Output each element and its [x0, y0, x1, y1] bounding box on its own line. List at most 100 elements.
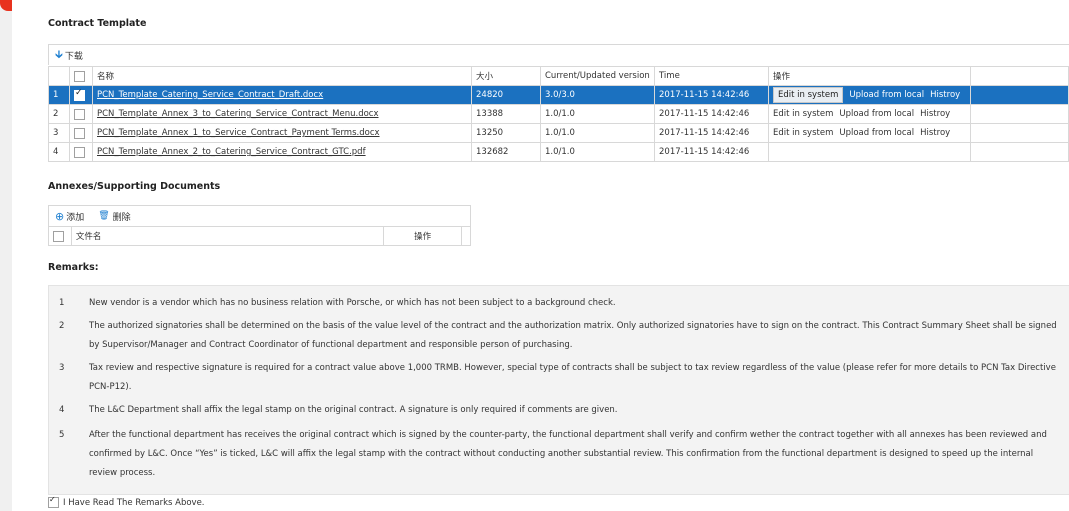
remark-text: After the functional department has rece… — [89, 430, 1047, 478]
col-version: Current/Updated version — [540, 66, 655, 86]
download-arrow-icon: 🡳 — [55, 47, 63, 61]
remark-number: 5 — [59, 430, 65, 440]
row-select-cell — [69, 85, 93, 105]
download-button[interactable]: 🡳 下载 — [55, 46, 83, 65]
row-select-cell — [69, 142, 93, 162]
upload-from-local-link[interactable]: Upload from local — [839, 128, 914, 138]
remark-item: 2 The authorized signatories shall be de… — [49, 317, 1059, 355]
table-row[interactable]: 2 PCN_Template_Annex_3_to_Catering_Servic… — [48, 104, 1069, 124]
file-name-link[interactable]: PCN_Template_Annex_3_to_Catering_Service… — [97, 109, 379, 119]
history-link[interactable]: Histroy — [920, 128, 950, 138]
file-ops: Edit in system Upload from local Histroy — [768, 85, 972, 105]
remark-number: 3 — [59, 363, 65, 373]
file-name-link[interactable]: PCN_Template_Catering_Service_Contract_D… — [97, 90, 323, 100]
row-number: 2 — [48, 104, 70, 124]
add-annex-button[interactable]: ⊕ 添加 — [55, 210, 84, 223]
file-time: 2017-11-15 14:42:46 — [654, 123, 769, 143]
remark-item: 5 After the functional department has re… — [49, 426, 1059, 483]
edit-in-system-link[interactable]: Edit in system — [773, 109, 833, 119]
col-num — [48, 66, 70, 86]
acknowledge-label: I Have Read The Remarks Above. — [63, 497, 205, 508]
file-version: 1.0/1.0 — [540, 123, 655, 143]
file-ops — [768, 142, 972, 162]
history-link[interactable]: Histroy — [930, 90, 960, 100]
file-time: 2017-11-15 14:42:46 — [654, 142, 769, 162]
remark-item: 1 New vendor is a vendor which has no bu… — [49, 294, 1059, 313]
acknowledge-row: I Have Read The Remarks Above. — [48, 495, 205, 508]
delete-label: 删除 — [112, 212, 131, 223]
file-name-cell: PCN_Template_Catering_Service_Contract_D… — [92, 85, 472, 105]
remarks-title: Remarks: — [48, 262, 99, 273]
add-label: 添加 — [66, 212, 85, 223]
file-version: 1.0/1.0 — [540, 142, 655, 162]
file-version: 1.0/1.0 — [540, 104, 655, 124]
remarks-panel: 1 New vendor is a vendor which has no bu… — [48, 285, 1069, 495]
row-select-cell — [69, 123, 93, 143]
file-size: 13250 — [471, 123, 541, 143]
file-name-link[interactable]: PCN_Template_Annex_2_to_Catering_Service… — [97, 147, 366, 157]
acknowledge-checkbox[interactable] — [48, 495, 59, 508]
file-name-cell: PCN_Template_Annex_3_to_Catering_Service… — [92, 104, 472, 124]
row-filler — [970, 123, 1069, 143]
file-time: 2017-11-15 14:42:46 — [654, 104, 769, 124]
col-name: 名称 — [92, 66, 472, 86]
col-ops: 操作 — [768, 66, 972, 86]
file-ops: Edit in system Upload from local Histroy — [768, 104, 972, 124]
file-name-cell: PCN_Template_Annex_1_to_Service_Contract… — [92, 123, 472, 143]
annexes-table: 文件名 操作 — [48, 226, 471, 246]
trash-icon: 🗑 — [98, 211, 110, 221]
contract-template-title: Contract Template — [48, 18, 147, 29]
row-checkbox[interactable] — [74, 146, 85, 158]
table-row[interactable]: 4 PCN_Template_Annex_2_to_Catering_Servic… — [48, 142, 1069, 162]
annex-select-all-checkbox[interactable] — [53, 230, 64, 242]
col-time: Time — [654, 66, 769, 86]
edit-in-system-link[interactable]: Edit in system — [773, 87, 844, 103]
annex-col-filler — [461, 226, 471, 246]
plus-circle-icon: ⊕ — [55, 209, 65, 223]
file-ops: Edit in system Upload from local Histroy — [768, 123, 972, 143]
remark-item: 3 Tax review and respective signature is… — [49, 359, 1059, 397]
annex-col-ops: 操作 — [383, 226, 462, 246]
file-version: 3.0/3.0 — [540, 85, 655, 105]
remark-number: 1 — [59, 298, 65, 308]
file-size: 132682 — [471, 142, 541, 162]
upload-from-local-link[interactable]: Upload from local — [839, 109, 914, 119]
row-checkbox[interactable] — [74, 88, 85, 101]
history-link[interactable]: Histroy — [920, 109, 950, 119]
select-all-checkbox[interactable] — [74, 70, 85, 82]
file-name-link[interactable]: PCN_Template_Annex_1_to_Service_Contract… — [97, 128, 380, 138]
annexes-title: Annexes/Supporting Documents — [48, 181, 221, 192]
row-filler — [970, 104, 1069, 124]
remark-text: The L&C Department shall affix the legal… — [89, 405, 618, 415]
file-time: 2017-11-15 14:42:46 — [654, 85, 769, 105]
remark-number: 4 — [59, 405, 65, 415]
annex-select-all-cell — [48, 226, 72, 246]
annex-col-filename: 文件名 — [71, 226, 385, 246]
remark-item: 4 The L&C Department shall affix the leg… — [49, 401, 1059, 420]
row-number: 1 — [48, 85, 70, 105]
col-filler — [970, 66, 1069, 86]
table-row[interactable]: 1 PCN_Template_Catering_Service_Contract_… — [48, 85, 1069, 105]
row-filler — [970, 85, 1069, 105]
upload-from-local-link[interactable]: Upload from local — [849, 90, 924, 100]
contract-template-table: 名称 大小 Current/Updated version Time 操作 1 P… — [48, 66, 1069, 162]
annexes-toolbar: ⊕ 添加 🗑 删除 — [48, 205, 471, 226]
delete-annex-button[interactable]: 🗑 删除 — [98, 210, 130, 223]
row-select-cell — [69, 104, 93, 124]
col-size: 大小 — [471, 66, 541, 86]
row-checkbox[interactable] — [74, 108, 85, 120]
row-checkbox[interactable] — [74, 127, 85, 139]
select-all-cell — [69, 66, 93, 86]
file-size: 24820 — [471, 85, 541, 105]
edit-in-system-link[interactable]: Edit in system — [773, 128, 833, 138]
row-number: 3 — [48, 123, 70, 143]
download-label: 下载 — [64, 51, 83, 62]
row-filler — [970, 142, 1069, 162]
remark-number: 2 — [59, 321, 65, 331]
row-number: 4 — [48, 142, 70, 162]
file-size: 13388 — [471, 104, 541, 124]
remark-text: Tax review and respective signature is r… — [89, 363, 1056, 392]
file-name-cell: PCN_Template_Annex_2_to_Catering_Service… — [92, 142, 472, 162]
remark-text: The authorized signatories shall be dete… — [89, 321, 1057, 350]
table-row[interactable]: 3 PCN_Template_Annex_1_to_Service_Contrac… — [48, 123, 1069, 143]
